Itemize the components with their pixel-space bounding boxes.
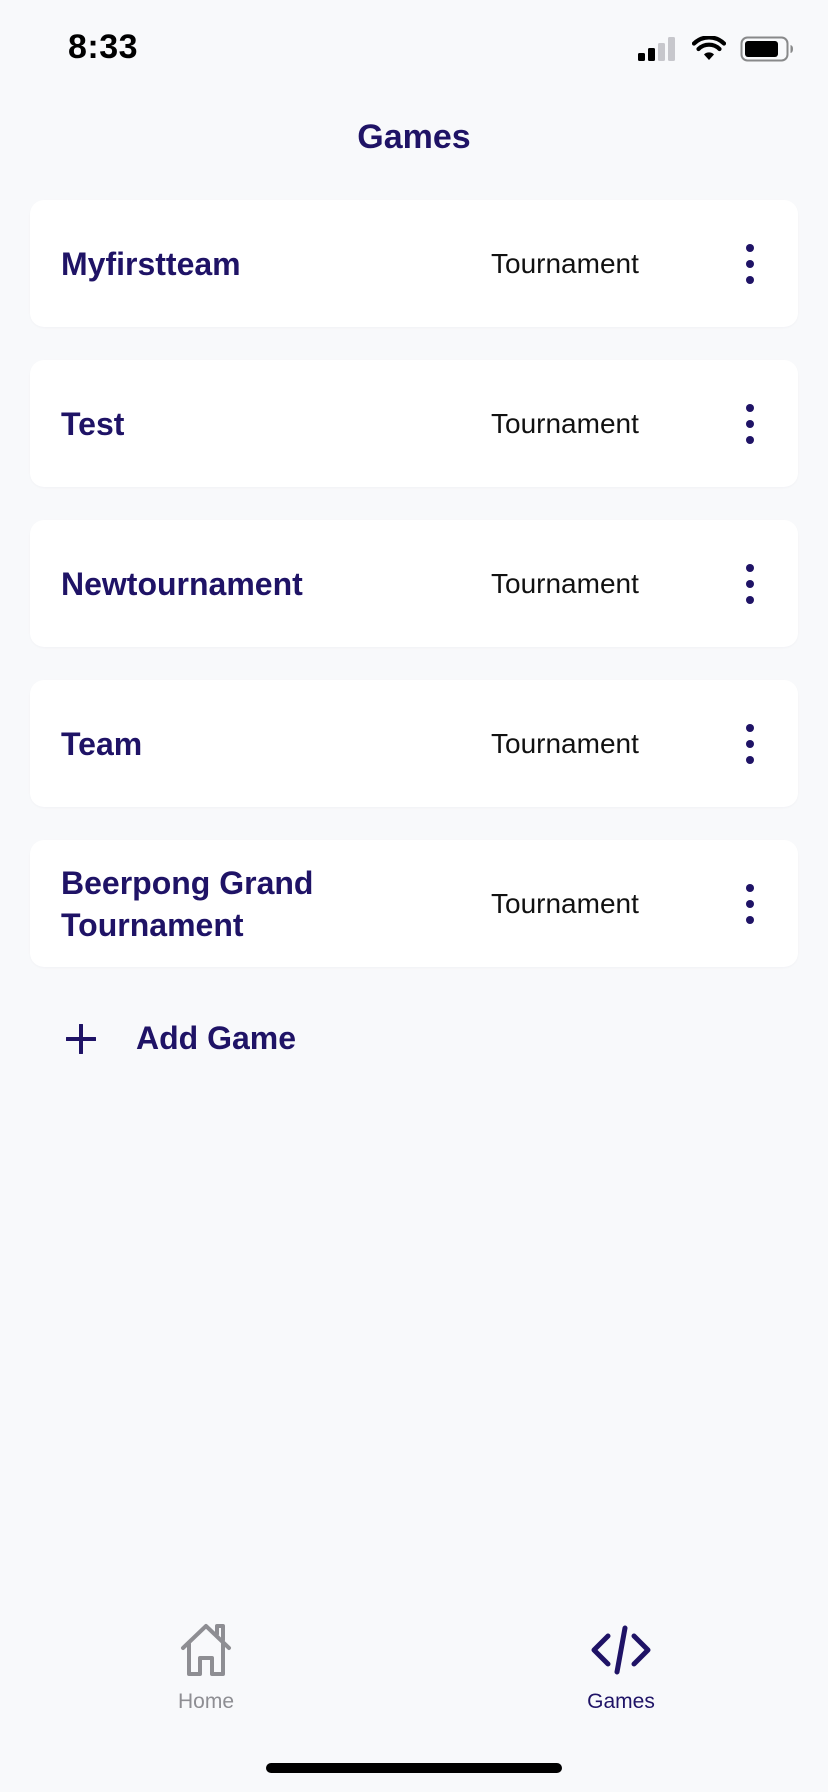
game-name: Myfirstteam <box>61 245 241 282</box>
tab-label: Home <box>177 1690 235 1713</box>
add-game-button[interactable]: Add Game <box>66 1020 296 1057</box>
games-screen: 8:33 Games Myfirstteam Tournament Test T… <box>0 0 828 1792</box>
game-type: Tournament <box>491 727 639 759</box>
game-name: Beerpong Grand Tournament <box>61 864 314 943</box>
game-type: Tournament <box>491 567 639 599</box>
more-vertical-icon[interactable] <box>740 883 760 924</box>
battery-icon <box>740 36 793 62</box>
game-card[interactable]: Myfirstteam Tournament <box>30 200 798 327</box>
tab-label: Games <box>587 1690 655 1713</box>
more-vertical-icon[interactable] <box>740 723 760 764</box>
wifi-icon <box>692 36 726 60</box>
more-vertical-icon[interactable] <box>740 403 760 444</box>
game-type: Tournament <box>491 247 639 279</box>
game-card[interactable]: Newtournament Tournament <box>30 520 798 647</box>
game-name: Team <box>61 725 143 762</box>
status-time: 8:33 <box>68 28 139 66</box>
cellular-signal-icon <box>638 37 675 61</box>
tab-home[interactable]: Home <box>126 1620 286 1714</box>
game-name: Test <box>61 405 125 442</box>
game-card[interactable]: Beerpong Grand Tournament Tournament <box>30 840 798 967</box>
game-type: Tournament <box>491 407 639 439</box>
page-title: Games <box>357 118 471 156</box>
status-bar: 8:33 <box>0 0 828 100</box>
game-type: Tournament <box>491 887 639 919</box>
tab-bar: Home Games <box>0 1620 828 1730</box>
status-icons <box>638 36 794 62</box>
add-game-label: Add Game <box>136 1020 297 1056</box>
plus-icon <box>66 1023 96 1054</box>
tab-games[interactable]: Games <box>541 1620 701 1714</box>
game-card[interactable]: Team Tournament <box>30 680 798 807</box>
home-indicator <box>266 1763 562 1773</box>
game-card[interactable]: Test Tournament <box>30 360 798 487</box>
game-list: Myfirstteam Tournament Test Tournament N… <box>30 200 798 1000</box>
more-vertical-icon[interactable] <box>740 243 760 284</box>
game-name: Newtournament <box>61 565 303 602</box>
code-icon <box>591 1625 651 1675</box>
home-icon <box>181 1624 231 1676</box>
more-vertical-icon[interactable] <box>740 563 760 604</box>
